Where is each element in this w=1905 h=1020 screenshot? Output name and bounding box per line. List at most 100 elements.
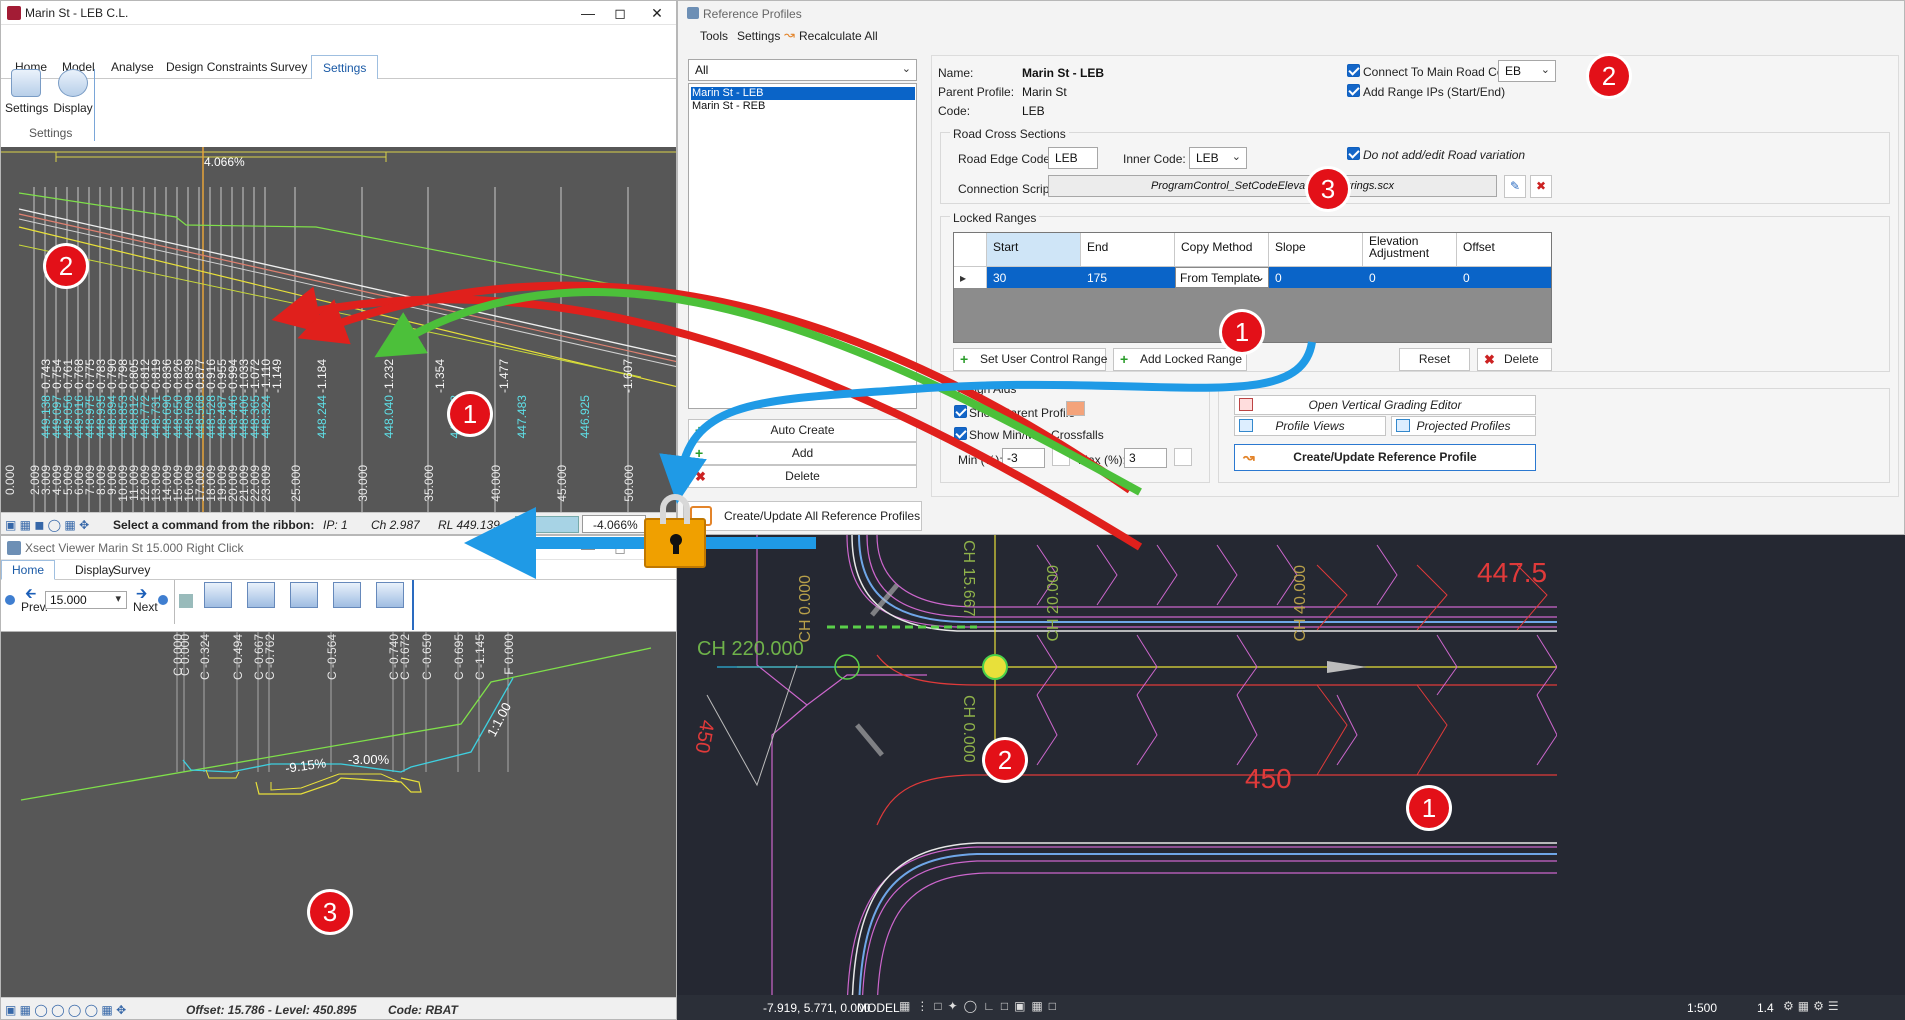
conn-script-label: Connection Script:	[958, 182, 1057, 196]
chainage-select[interactable]: 15.000 ▾	[45, 591, 127, 609]
tab-analyse[interactable]: Analyse	[111, 60, 154, 74]
create-update-reference-profile-button[interactable]: ↝ Create/Update Reference Profile	[1234, 444, 1536, 471]
tab-design-constraints[interactable]: Design Constraints	[166, 60, 267, 74]
add-button[interactable]: + Add	[688, 442, 917, 465]
xsect-viewer-window: Xsect Viewer Marin St 15.000 Right Click…	[0, 535, 677, 1020]
xsect-tab-display[interactable]: Display	[75, 563, 114, 577]
delete-range-button[interactable]: ✖ Delete	[1477, 348, 1552, 371]
long-section-view[interactable]: 4.066% 449.138 449.097 449.056 449.016 448.9…	[1, 147, 676, 512]
xsect-maximize-icon[interactable]: ◻	[611, 539, 629, 557]
connect-code-select[interactable]: EB ⌄	[1498, 60, 1556, 82]
cell-end[interactable]: 175	[1081, 267, 1175, 288]
inner-code-label: Inner Code:	[1123, 152, 1186, 166]
plan-view[interactable]: 447.5 450 CH 220.000 CH 20.000 CH 40.000…	[677, 535, 1905, 1020]
recalculate-icon[interactable]: ↝	[784, 27, 795, 43]
profile-views-button[interactable]: Profile Views	[1234, 416, 1386, 436]
xsect-tool-icon-6[interactable]	[376, 582, 404, 608]
plan-status-scale[interactable]: 1:500	[1687, 1001, 1717, 1015]
slope-label-2: -3.00%	[348, 752, 390, 767]
xsect-tab-home[interactable]: Home	[1, 560, 56, 580]
create-profile-icon: ↝	[1243, 449, 1255, 465]
max-color-button[interactable]	[1174, 448, 1192, 466]
cell-copy-method[interactable]: From Template ⌄	[1175, 267, 1269, 288]
plan-status-tools[interactable]: ▦⋮□✦◯∟□▣▦□	[899, 999, 1062, 1013]
list-item-label: Marin St - REB	[692, 100, 766, 112]
add-range-ips-checkbox[interactable]	[1347, 84, 1360, 97]
maximize-icon[interactable]: ◻	[611, 4, 629, 22]
menu-tools[interactable]: Tools	[700, 29, 728, 43]
max-input[interactable]: 3	[1124, 448, 1167, 468]
no-variation-label: Do not add/edit Road variation	[1363, 148, 1526, 162]
open-vertical-grading-editor-button[interactable]: Open Vertical Grading Editor	[1234, 395, 1536, 415]
header-offset: Offset	[1463, 240, 1495, 254]
no-road-variation-checkbox[interactable]	[1347, 147, 1360, 160]
profile-filter-select[interactable]: All ⌄	[688, 59, 917, 81]
connection-script-field[interactable]: ProgramControl_SetCodeElevationsToString…	[1048, 175, 1497, 197]
xsect-status-icons[interactable]: ▣ ▦ ◯ ◯ ◯ ◯ ▦ ✥	[5, 1003, 126, 1017]
next-label[interactable]: Next	[133, 600, 158, 614]
table-row[interactable]: ▸ 30 175 From Template ⌄ 0 0 0	[954, 267, 1551, 288]
col-header-end[interactable]: End	[1081, 233, 1175, 267]
road-edge-code-input[interactable]: LEB	[1048, 147, 1098, 169]
auto-create-button[interactable]: + Auto Create	[688, 419, 917, 442]
app-icon	[7, 6, 21, 20]
xsect-view[interactable]: C 0.000 C 0.000 C -0.324 C -0.494 C -0.667 C …	[1, 632, 676, 997]
plan-label-ch220: CH 220.000	[697, 638, 804, 660]
add-locked-range-button[interactable]: + Add Locked Range	[1113, 348, 1247, 371]
profile-list[interactable]: Marin St - LEB Marin St - REB	[688, 83, 917, 409]
col-header-elevation[interactable]: Elevation Adjustment	[1363, 233, 1457, 267]
inner-code-select[interactable]: LEB ⌄	[1189, 147, 1247, 169]
delete-range-label: Delete	[1504, 352, 1539, 366]
cell-start[interactable]: 30	[987, 267, 1081, 288]
reset-button[interactable]: Reset	[1399, 348, 1470, 371]
min-input[interactable]: -3	[1002, 448, 1045, 468]
parent-color-swatch[interactable]	[1066, 401, 1085, 416]
min-color-button[interactable]	[1052, 448, 1070, 466]
cell-elevation[interactable]: 0	[1363, 267, 1457, 288]
xsect-minimize-icon[interactable]: —	[579, 539, 597, 557]
plus-icon: +	[960, 351, 969, 367]
plan-status-tools-2[interactable]: ⚙▦⚙☰	[1783, 999, 1843, 1013]
show-parent-profile-checkbox[interactable]	[954, 405, 967, 418]
projected-profiles-button[interactable]: Projected Profiles	[1391, 416, 1536, 436]
list-item[interactable]: Marin St - REB	[692, 100, 765, 112]
cell-slope[interactable]: 0	[1269, 267, 1363, 288]
display-ribbon-button[interactable]: Display	[53, 69, 93, 115]
cell-offset[interactable]: 0	[1457, 267, 1551, 288]
grade-label: 4.066%	[204, 155, 245, 169]
create-update-all-button[interactable]: Create/Update All Reference Profiles	[683, 501, 922, 531]
minimize-icon[interactable]: —	[579, 4, 597, 22]
col-header-slope[interactable]: Slope	[1269, 233, 1363, 267]
xsect-tool-icon-5[interactable]	[333, 582, 361, 608]
edit-script-button[interactable]: ✎	[1504, 175, 1526, 198]
menu-settings[interactable]: Settings	[737, 29, 780, 43]
show-minmax-checkbox[interactable]	[954, 427, 967, 440]
close-icon[interactable]: ✕	[648, 4, 666, 22]
col-header-offset[interactable]: Offset	[1457, 233, 1551, 267]
status-tools-icons[interactable]: ▣ ▦ ◼ ◯ ▦ ✥	[5, 518, 89, 532]
prev-nav-icon[interactable]	[5, 595, 15, 605]
max-label: Max (%):	[1078, 453, 1126, 467]
settings-ribbon-button[interactable]: Settings	[5, 69, 48, 115]
rp-app-icon	[687, 7, 699, 19]
clear-script-button[interactable]: ✖	[1530, 175, 1552, 198]
tab-settings[interactable]: Settings	[311, 55, 379, 80]
xsect-tab-survey[interactable]: Survey	[113, 563, 150, 577]
copy-method-value: From Template	[1180, 271, 1260, 285]
xsect-tool-icon-3[interactable]	[247, 582, 275, 608]
col-header-copy-method[interactable]: Copy Method	[1175, 233, 1269, 267]
connect-main-road-checkbox[interactable]	[1347, 64, 1360, 77]
plan-label-ch0-a: CH 0.000	[797, 575, 814, 643]
xsect-tool-icon-2[interactable]	[204, 582, 232, 608]
menu-recalculate-all[interactable]: Recalculate All	[799, 29, 878, 43]
tab-survey[interactable]: Survey	[270, 60, 307, 74]
xsect-tool-icon-1[interactable]	[179, 594, 193, 608]
next-nav-icon[interactable]	[158, 595, 168, 605]
set-user-control-range-button[interactable]: + Set User Control Range	[953, 348, 1107, 371]
xsect-tool-icon-4[interactable]	[290, 582, 318, 608]
plan-status-zoom[interactable]: 1.4	[1757, 1001, 1774, 1015]
col-header-start[interactable]: Start	[987, 233, 1081, 267]
plan-status-mode[interactable]: MODEL	[857, 1001, 900, 1015]
delete-button[interactable]: ✖ Delete	[688, 465, 917, 488]
list-item-selected[interactable]: Marin St - LEB	[690, 86, 916, 101]
